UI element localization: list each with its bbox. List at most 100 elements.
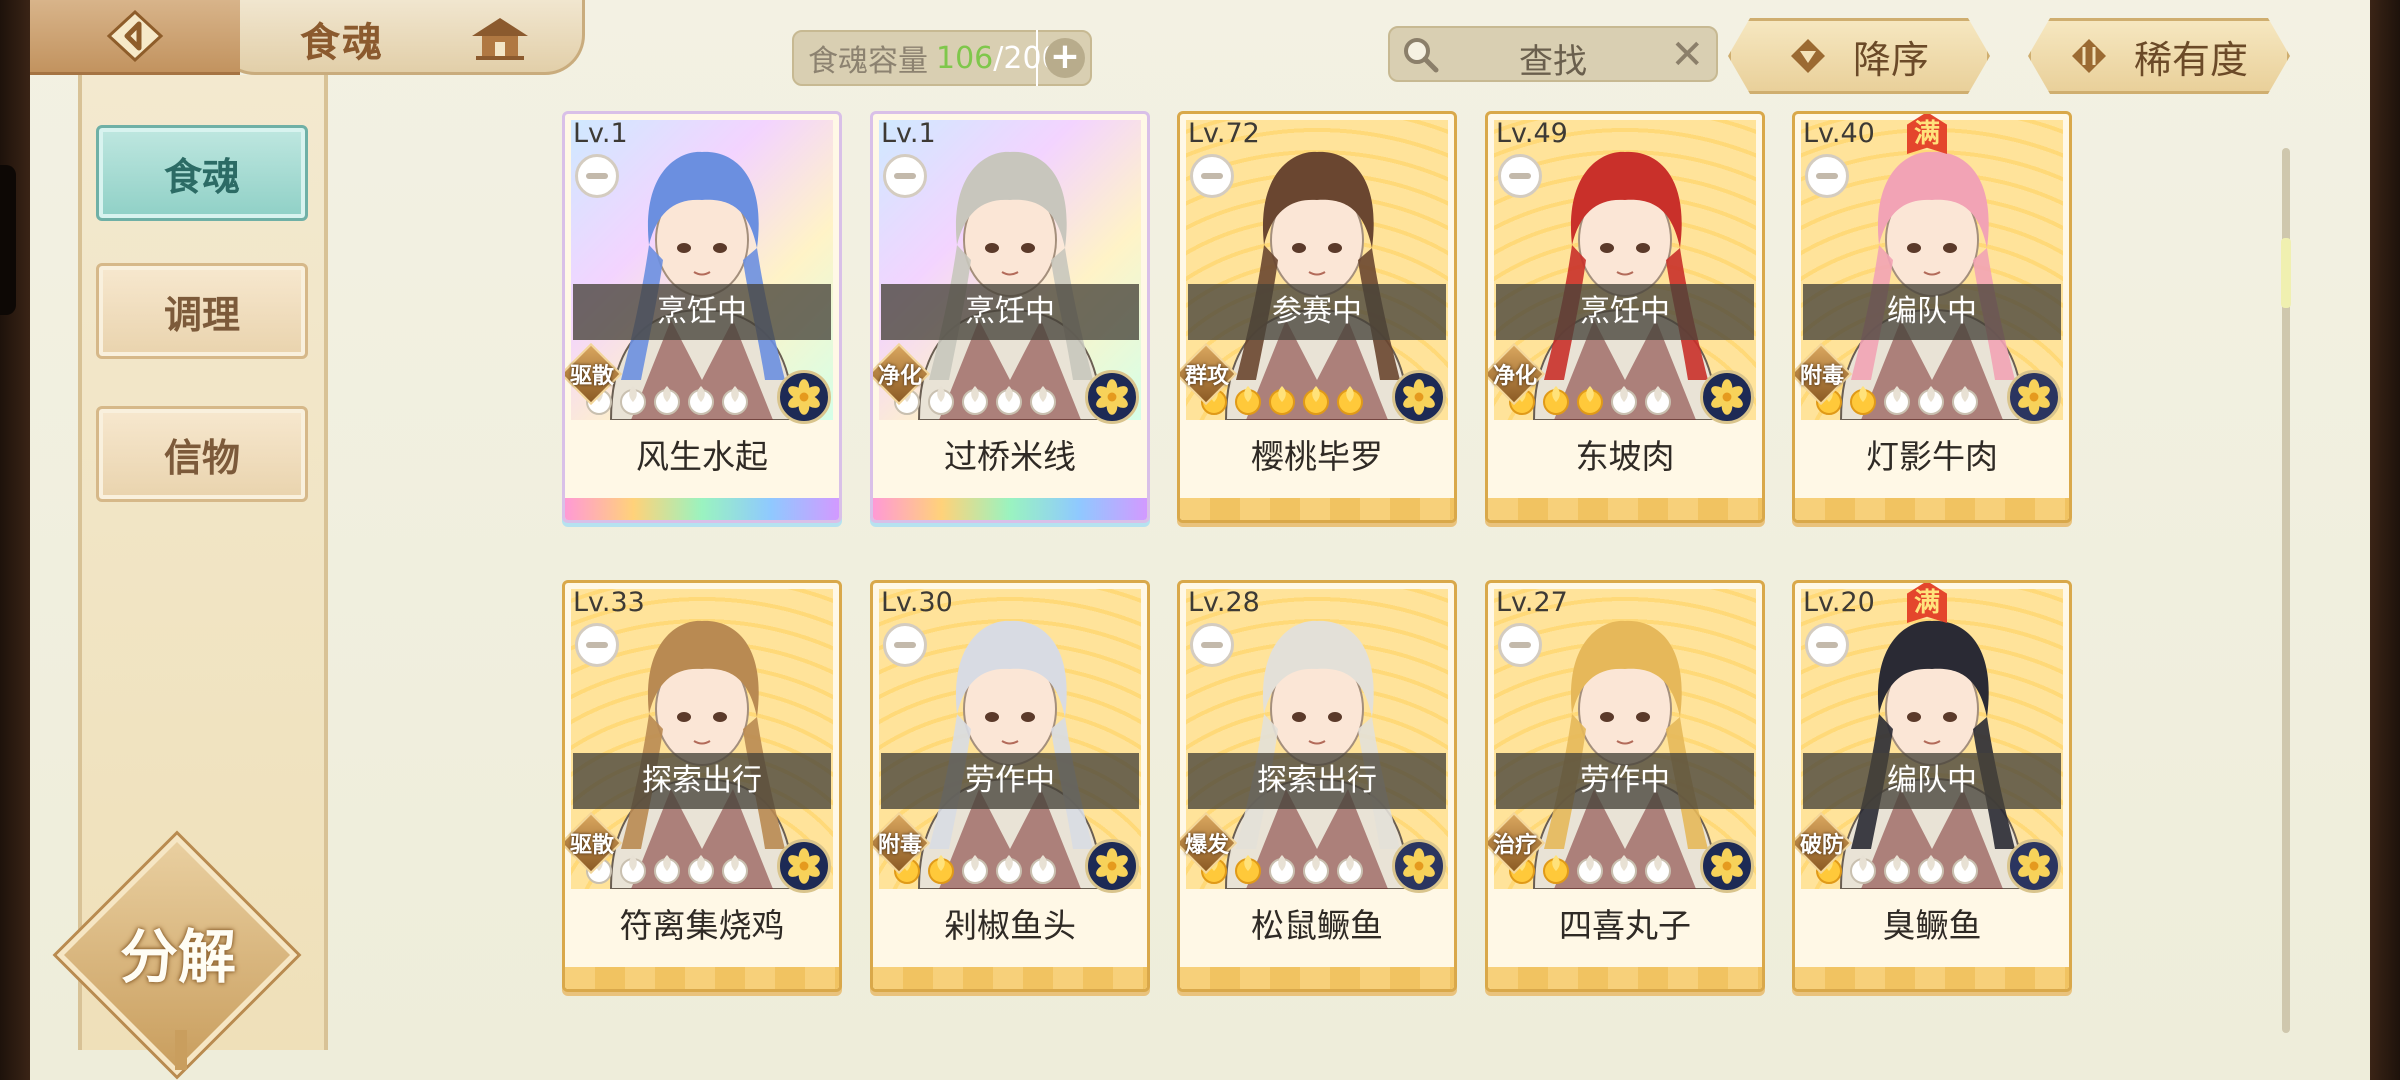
role-badge: 净化 — [873, 342, 931, 406]
max-level-badge: 满 — [1907, 114, 1947, 154]
role-badge: 驱散 — [565, 342, 623, 406]
element-flower-icon — [1700, 839, 1754, 893]
sidebar-item-label: 信物 — [163, 434, 240, 480]
role-label: 治疗 — [1492, 833, 1537, 858]
card-status: 参赛中 — [1188, 284, 1446, 340]
star-flame-icon — [1337, 386, 1363, 415]
bowl-icon — [1190, 623, 1234, 667]
game-screen: 食魂 食魂容量 106 / 200 + 查找 ✕ 降序 稀有度 食魂 调理 信物… — [30, 0, 2370, 1080]
star-flame-icon — [1611, 386, 1637, 415]
food-soul-card[interactable]: Lv.1 烹饪中 驱散 风生水起 — [562, 111, 842, 523]
star-flame-icon — [1645, 855, 1671, 884]
star-flame-icon — [962, 386, 988, 415]
role-badge: 净化 — [1488, 342, 1546, 406]
triangle-down-icon — [1789, 37, 1827, 75]
sidebar-item-cooking[interactable]: 调理 — [96, 263, 308, 359]
card-name: 灯影牛肉 — [1866, 437, 1998, 476]
capacity-current: 106 — [936, 40, 994, 76]
bowl-icon — [575, 154, 619, 198]
role-label: 净化 — [1492, 364, 1537, 389]
rarity-stripe — [565, 967, 839, 989]
sidebar-item-label: 调理 — [163, 291, 240, 337]
expand-capacity-button[interactable]: + — [1036, 30, 1092, 86]
food-soul-card[interactable]: Lv.30 劳作中 附毒 剁椒鱼头 — [870, 580, 1150, 992]
food-soul-card[interactable]: Lv.20 满 编队中 破防 臭鳜鱼 — [1792, 580, 2072, 992]
card-name: 风生水起 — [636, 437, 768, 476]
star-flame-icon — [1645, 386, 1671, 415]
card-name: 过桥米线 — [944, 437, 1076, 476]
food-soul-card[interactable]: Lv.33 探索出行 驱散 符离集烧鸡 — [562, 580, 842, 992]
star-flame-icon — [1611, 855, 1637, 884]
capacity-label: 食魂容量 — [808, 44, 928, 79]
rarity-stripe — [1795, 498, 2069, 520]
card-name: 樱桃毕罗 — [1251, 437, 1383, 476]
sort-order-label: 降序 — [1852, 37, 1929, 82]
star-flame-icon — [1337, 855, 1363, 884]
role-label: 爆发 — [1184, 833, 1229, 858]
element-flower-icon — [1392, 839, 1446, 893]
food-soul-card[interactable]: Lv.1 烹饪中 净化 过桥米线 — [870, 111, 1150, 523]
scrollbar[interactable] — [2281, 148, 2291, 1033]
star-flame-icon — [996, 386, 1022, 415]
star-flame-icon — [1918, 386, 1944, 415]
bowl-icon — [1498, 623, 1542, 667]
star-flame-icon — [722, 855, 748, 884]
element-flower-icon — [1085, 370, 1139, 424]
card-status: 烹饪中 — [1496, 284, 1754, 340]
sidebar-item-food-souls[interactable]: 食魂 — [96, 125, 308, 221]
bowl-icon — [883, 154, 927, 198]
role-badge: 群攻 — [1180, 342, 1238, 406]
card-status: 烹饪中 — [881, 284, 1139, 340]
search-input[interactable]: 查找 — [1390, 34, 1716, 83]
food-soul-card[interactable]: Lv.72 参赛中 群攻 樱桃毕罗 — [1177, 111, 1457, 523]
card-level: Lv.27 — [1496, 587, 1568, 618]
bowl-icon — [883, 623, 927, 667]
role-label: 附毒 — [877, 833, 922, 858]
role-badge: 附毒 — [1795, 342, 1853, 406]
star-flame-icon — [1269, 386, 1295, 415]
rarity-stripe — [873, 967, 1147, 989]
card-name: 松鼠鳜鱼 — [1251, 906, 1383, 945]
food-soul-card[interactable]: Lv.27 劳作中 治疗 四喜丸子 — [1485, 580, 1765, 992]
element-flower-icon — [1085, 839, 1139, 893]
rarity-stripe — [1488, 967, 1762, 989]
sort-order-button[interactable]: 降序 — [1728, 18, 1990, 94]
decompose-label[interactable]: 分解 — [78, 910, 278, 994]
sidebar-item-tokens[interactable]: 信物 — [96, 406, 308, 502]
clear-icon[interactable]: ✕ — [1670, 32, 1704, 78]
sort-rarity-button[interactable]: 稀有度 — [2028, 18, 2290, 94]
tassel-decoration — [175, 1030, 187, 1070]
star-flame-icon — [688, 855, 714, 884]
star-flame-icon — [722, 386, 748, 415]
role-label: 净化 — [877, 364, 922, 389]
card-level: Lv.40 — [1803, 118, 1875, 149]
element-flower-icon — [777, 370, 831, 424]
food-soul-card[interactable]: Lv.28 探索出行 爆发 松鼠鳜鱼 — [1177, 580, 1457, 992]
bowl-icon — [1190, 154, 1234, 198]
card-status: 劳作中 — [1496, 753, 1754, 809]
card-status: 编队中 — [1803, 284, 2061, 340]
element-flower-icon — [2007, 839, 2061, 893]
plus-icon: + — [1045, 38, 1085, 78]
card-level: Lv.20 — [1803, 587, 1875, 618]
food-soul-card[interactable]: Lv.40 满 编队中 附毒 灯影牛肉 — [1792, 111, 2072, 523]
star-flame-icon — [1952, 855, 1978, 884]
back-button[interactable] — [30, 0, 240, 75]
bowl-icon — [575, 623, 619, 667]
sidebar-item-label: 食魂 — [163, 153, 240, 199]
role-label: 破防 — [1799, 833, 1844, 858]
search-box[interactable]: 查找 ✕ — [1388, 26, 1718, 82]
card-level: Lv.1 — [881, 118, 936, 149]
capacity-display: 食魂容量 106 / 200 + — [792, 30, 1092, 86]
element-flower-icon — [1700, 370, 1754, 424]
home-icon[interactable] — [470, 14, 530, 62]
star-flame-icon — [1884, 386, 1910, 415]
device-edge-right — [2370, 0, 2400, 1080]
food-soul-card[interactable]: Lv.49 烹饪中 净化 东坡肉 — [1485, 111, 1765, 523]
star-flame-icon — [654, 855, 680, 884]
scrollbar-thumb[interactable] — [2281, 238, 2291, 308]
role-badge: 驱散 — [565, 811, 623, 875]
swap-icon — [2070, 37, 2108, 75]
role-label: 驱散 — [569, 364, 614, 389]
role-badge: 破防 — [1795, 811, 1853, 875]
